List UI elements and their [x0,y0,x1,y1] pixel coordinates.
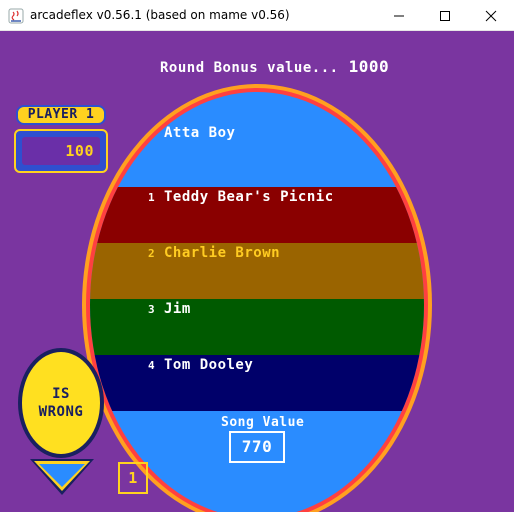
choice-item-2[interactable]: 2 Charlie Brown [148,245,280,261]
choice-item-4[interactable]: 4 Tom Dooley [148,357,253,373]
status-line-2: WRONG [38,404,84,420]
choice-text: Jim [164,301,191,317]
choice-item-3[interactable]: 3 Jim [148,301,191,317]
player-label: PLAYER 1 [16,105,106,125]
song-value-label: Song Value [221,415,305,430]
minimize-icon [394,15,404,16]
player-score: 100 [22,137,100,165]
round-bonus-label: Round Bonus value... [160,60,339,76]
choice-text: Charlie Brown [164,245,281,261]
song-value: 770 [229,431,285,463]
window-title: arcadeflex v0.56.1 (based on mame v0.56) [30,8,290,22]
game-screen[interactable]: Round Bonus value... 1000 PLAYER 1 100 At… [0,31,514,512]
choice-band-4 [90,355,424,411]
credit-box: 1 [118,462,148,494]
choice-text: Teddy Bear's Picnic [164,189,334,205]
round-bonus: Round Bonus value... 1000 [160,57,389,76]
choice-number: 1 [148,191,156,204]
choice-number: 4 [148,359,156,372]
question-text: Atta Boy [164,125,236,141]
java-app-icon [8,8,24,24]
choice-number: 3 [148,303,156,316]
status-badge: IS WRONG [22,352,100,454]
close-button[interactable] [468,0,514,31]
close-icon [485,10,497,21]
maximize-icon [440,10,450,21]
status-line-1: IS [52,386,70,402]
choice-text: Tom Dooley [164,357,254,373]
player-panel: PLAYER 1 100 [14,105,108,175]
player-score-box: 100 [14,129,108,173]
down-arrow-icon [30,459,94,495]
choice-number: 2 [148,247,156,260]
app-window: arcadeflex v0.56.1 (based on mame v0.56)… [0,0,514,512]
choice-band-3 [90,299,424,355]
choice-item-1[interactable]: 1 Teddy Bear's Picnic [148,189,334,205]
title-bar[interactable]: arcadeflex v0.56.1 (based on mame v0.56) [0,0,514,31]
maximize-button[interactable] [422,0,468,31]
minimize-button[interactable] [376,0,422,31]
round-bonus-value: 1000 [348,57,390,76]
